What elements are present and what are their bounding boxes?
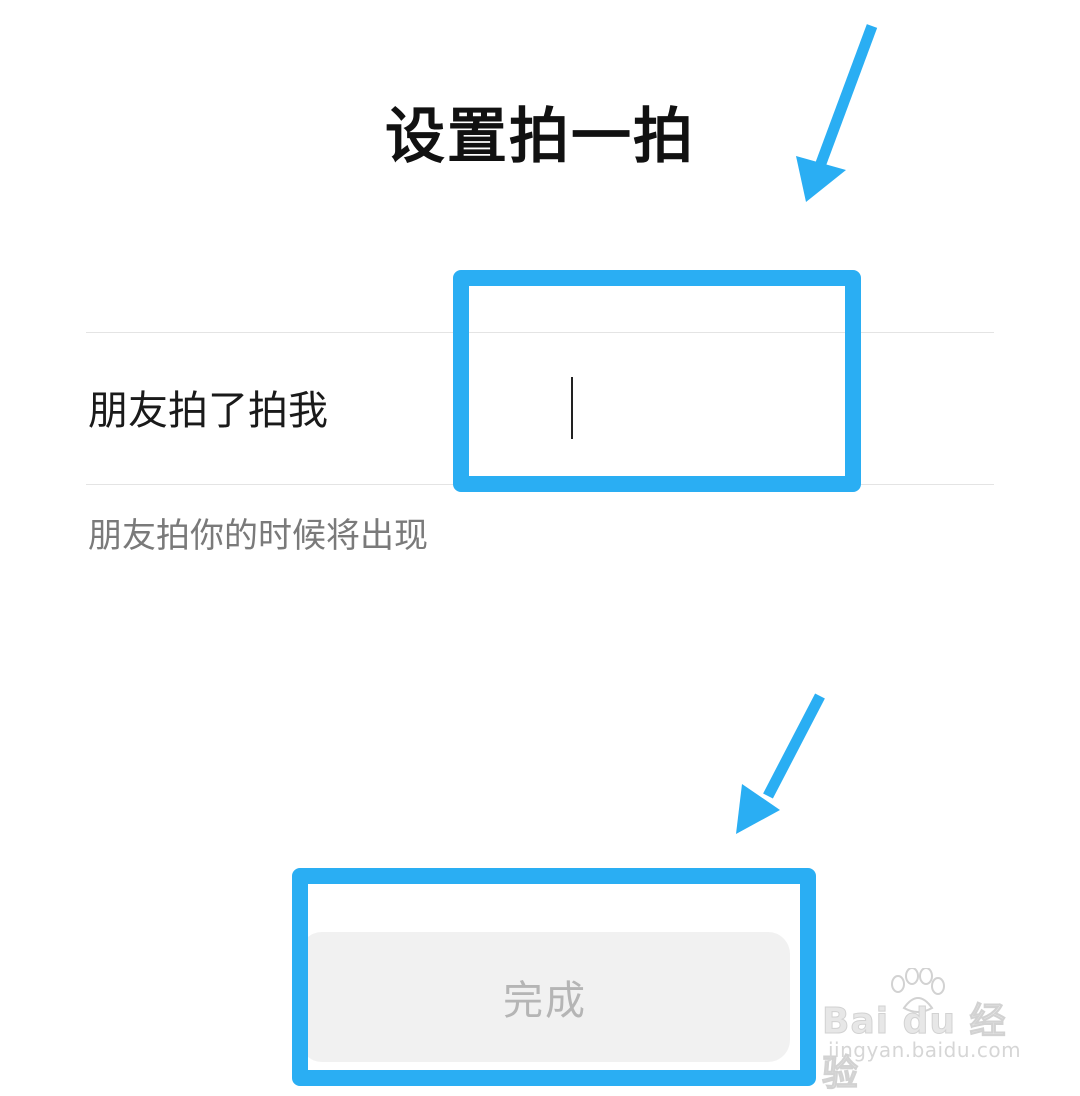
watermark-url: jingyan.baidu.com xyxy=(828,1038,1022,1062)
pat-suffix-input[interactable] xyxy=(560,376,820,440)
text-caret xyxy=(571,377,573,439)
pat-hint: 朋友拍你的时候将出现 xyxy=(88,516,428,556)
done-button[interactable]: 完成 xyxy=(300,932,790,1062)
pat-label: 朋友拍了拍我 xyxy=(88,388,328,434)
arrow-down-left-icon xyxy=(736,693,825,834)
page-title: 设置拍一拍 xyxy=(385,102,695,172)
paw-logo-icon xyxy=(891,968,945,1013)
row-divider-bottom xyxy=(86,484,994,485)
watermark-brand: Bai du 经验 xyxy=(822,1001,1007,1095)
row-divider-top xyxy=(86,332,994,333)
baidu-watermark: Bai du 经验 jingyan.baidu.com xyxy=(822,964,1022,1095)
